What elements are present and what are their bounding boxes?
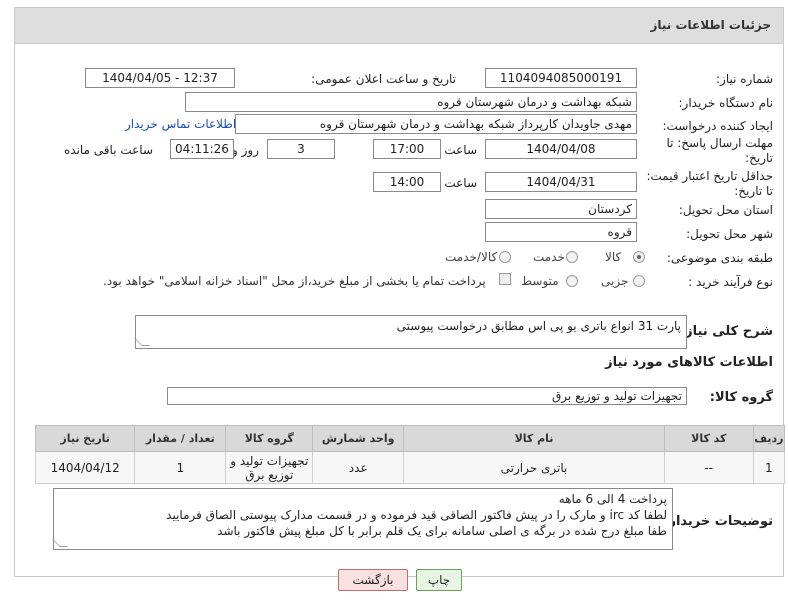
table-row: 1 -- باتری حرارتی عدد تجهیزات تولید و تو… [34, 451, 786, 484]
category-radio-goods-service[interactable] [499, 251, 511, 263]
need-number-label: شماره نیاز: [716, 72, 773, 86]
category-option-goods-service: کالا/خدمت [445, 250, 498, 264]
need-details-panel: جزئیات اطلاعات نیاز شماره نیاز: 11040940… [14, 7, 786, 577]
days-label: روز و [232, 143, 259, 157]
category-radio-service[interactable] [566, 251, 578, 263]
requester-label: ایجاد کننده درخواست: [662, 119, 773, 133]
panel-title: جزئیات اطلاعات نیاز [15, 8, 783, 44]
price-validity-time-label: ساعت [444, 176, 477, 190]
purchase-type-label: نوع فرآیند خرید : [688, 275, 773, 289]
time-remaining-label: ساعت باقی مانده [63, 143, 153, 157]
cell-unit: عدد [312, 451, 405, 484]
buyer-org-field: شبکه بهداشت و درمان شهرستان قروه [185, 92, 637, 112]
category-label: طبقه بندی موضوعی: [666, 251, 773, 265]
delivery-province-field: کردستان [485, 199, 637, 219]
col-header-item-name: نام کالا [403, 425, 665, 452]
need-number-field: 1104094085000191 [485, 68, 637, 88]
col-header-need-date: تاریخ نیاز [34, 425, 136, 452]
treasury-payment-checkbox[interactable] [499, 273, 511, 285]
description-field: پارت 31 انواع باتری یو پی اس مطابق درخوا… [134, 315, 687, 349]
goods-table: ردیف کد کالا نام کالا واحد شمارش گروه کا… [34, 425, 786, 484]
purchase-type-option-minor: جزیی [601, 274, 629, 288]
goods-section-title: اطلاعات کالاهای مورد نیاز [605, 355, 773, 370]
goods-group-label: گروه کالا: [709, 390, 773, 405]
buyer-notes-label: توضیحات خریدار: [663, 514, 773, 529]
deadline-date-field: 1404/04/08 [485, 139, 637, 159]
announce-datetime-label: تاریخ و ساعت اعلان عمومی: [311, 72, 456, 86]
time-remaining-field: 04:11:26 [170, 139, 234, 159]
purchase-type-option-medium: متوسط [521, 274, 559, 288]
description-label: شرح کلی نیاز: [679, 324, 773, 339]
delivery-city-label: شهر محل تحویل: [686, 227, 773, 241]
col-header-row-number: ردیف [752, 425, 786, 452]
resize-grip-icon [52, 539, 68, 547]
buyer-notes-line: پرداخت 4 الی 6 ماهه [558, 492, 667, 506]
resize-grip-icon [134, 338, 150, 346]
announce-datetime-field: 1404/04/05 - 12:37 [85, 68, 235, 88]
price-validity-date-field: 1404/04/31 [485, 172, 637, 192]
buyer-notes-line: لطفا کد irc و مارک را در پیش فاکتور الصا… [166, 508, 667, 522]
days-remaining-field: 3 [267, 139, 335, 159]
requester-field: مهدی جاویدان کارپرداز شبکه بهداشت و درما… [235, 114, 637, 134]
col-header-unit: واحد شمارش [312, 425, 405, 452]
cell-item-name: باتری حرارتی [403, 451, 665, 484]
table-header-row: ردیف کد کالا نام کالا واحد شمارش گروه کا… [34, 425, 786, 452]
col-header-item-code: کد کالا [663, 425, 754, 452]
category-radio-goods[interactable] [633, 251, 645, 263]
price-validity-label: حداقل تاریخ اعتبار قیمت: تا تاریخ: [646, 169, 773, 198]
deadline-label: مهلت ارسال پاسخ: تا تاریخ: [666, 136, 773, 165]
description-text: پارت 31 انواع باتری یو پی اس مطابق درخوا… [396, 319, 681, 333]
print-button[interactable]: چاپ [416, 569, 462, 591]
col-header-goods-group: گروه کالا [225, 425, 314, 452]
buyer-contact-link[interactable]: اطلاعات تماس خریدار [125, 117, 236, 131]
category-option-goods: کالا [605, 250, 622, 264]
cell-quantity: 1 [134, 451, 227, 484]
goods-group-field: تجهیزات تولید و توزیع برق [167, 387, 687, 405]
treasury-payment-note: پرداخت تمام یا بخشی از مبلغ خرید،از محل … [103, 274, 486, 288]
purchase-type-radio-minor[interactable] [633, 275, 645, 287]
delivery-city-field: قروه [485, 222, 637, 242]
col-header-quantity: تعداد / مقدار [134, 425, 227, 452]
cell-item-code: -- [663, 451, 754, 484]
price-validity-time-field: 14:00 [373, 172, 441, 192]
deadline-time-label: ساعت [444, 143, 477, 157]
category-option-service: خدمت [533, 250, 565, 264]
buyer-notes-field: پرداخت 4 الی 6 ماهه لطفا کد irc و مارک ر… [52, 488, 673, 550]
buyer-org-label: نام دستگاه خریدار: [678, 96, 774, 110]
deadline-time-field: 17:00 [373, 139, 441, 159]
cell-row-number: 1 [752, 451, 786, 484]
buyer-notes-line: طفا مبلغ درج شده در برگه ی اصلی سامانه ب… [217, 524, 667, 538]
delivery-province-label: استان محل تحویل: [678, 203, 773, 217]
purchase-type-radio-medium[interactable] [566, 275, 578, 287]
cell-goods-group: تجهیزات تولید و توزیع برق [225, 451, 314, 484]
cell-need-date: 1404/04/12 [34, 451, 136, 484]
back-button[interactable]: بازگشت [338, 569, 408, 591]
